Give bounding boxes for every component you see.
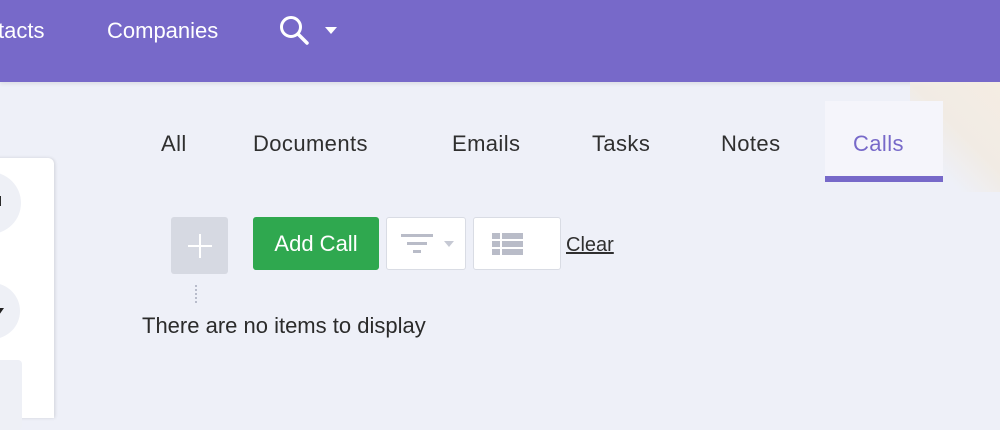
- timeline-connector: [195, 285, 197, 303]
- tab-emails[interactable]: Emails: [452, 131, 520, 157]
- nav-item-companies[interactable]: Companies: [107, 18, 218, 44]
- tab-notes[interactable]: Notes: [721, 131, 780, 157]
- tab-calls[interactable]: Calls: [853, 131, 904, 157]
- side-dropdown-button[interactable]: [0, 283, 20, 339]
- active-tab-indicator: [825, 176, 943, 182]
- top-navigation-bar: tacts Companies: [0, 0, 1000, 82]
- clear-filters-link[interactable]: Clear: [566, 233, 614, 257]
- side-circle-button[interactable]: [0, 172, 21, 234]
- chevron-down-icon: [444, 241, 454, 247]
- nav-item-contacts[interactable]: tacts: [0, 18, 44, 44]
- tab-documents[interactable]: Documents: [253, 131, 368, 157]
- add-call-button[interactable]: Add Call: [253, 217, 379, 270]
- tab-tasks[interactable]: Tasks: [592, 131, 650, 157]
- filter-dropdown-button[interactable]: [386, 217, 466, 270]
- search-icon: [280, 16, 309, 45]
- view-toggle-button[interactable]: [473, 217, 561, 270]
- left-side-panel: [0, 158, 54, 430]
- chevron-down-icon: [325, 27, 337, 34]
- add-button[interactable]: [171, 217, 228, 274]
- tab-all[interactable]: All: [161, 131, 187, 157]
- search-menu[interactable]: [278, 14, 342, 48]
- empty-state-message: There are no items to display: [142, 313, 426, 338]
- side-button-glyph-icon: [0, 196, 1, 206]
- side-panel-box: [0, 360, 22, 430]
- caret-down-icon: [0, 308, 4, 315]
